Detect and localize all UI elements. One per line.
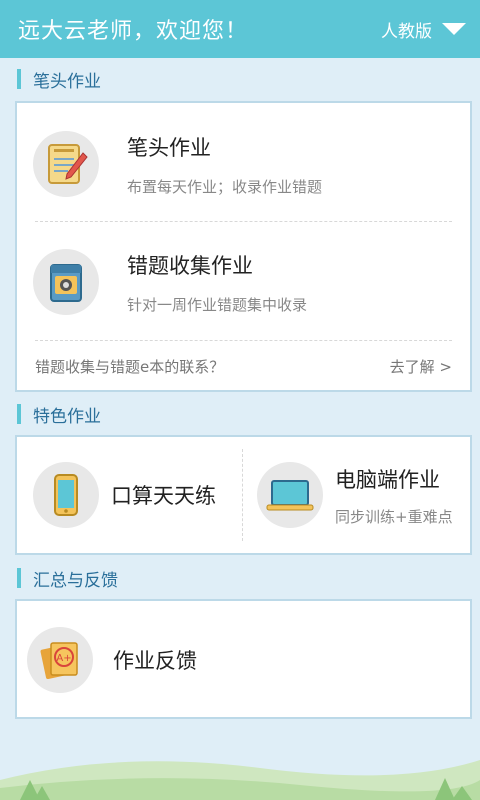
homework-feedback-item[interactable]: A+ 作业反馈 — [17, 627, 470, 693]
tablet-icon — [33, 462, 99, 528]
special-homework-card: 口算天天练 电脑端作业 同步训练+重难点 — [15, 435, 472, 555]
section-title: 汇总与反馈 — [33, 570, 118, 591]
item-title: 电脑端作业 — [335, 467, 440, 492]
section-accent-bar — [17, 69, 21, 89]
section-title: 笔头作业 — [33, 71, 101, 92]
section-pen-homework: 笔头作业 — [17, 68, 101, 92]
section-accent-bar — [17, 568, 21, 588]
hills-decoration — [0, 760, 480, 800]
item-title: 笔头作业 — [127, 135, 211, 160]
item-subtitle: 同步训练+重难点 — [335, 507, 453, 526]
camera-book-icon — [33, 249, 99, 315]
section-summary-feedback: 汇总与反馈 — [17, 567, 118, 591]
pen-homework-card: 笔头作业 布置每天作业；收录作业错题 错题收集作业 针对一周作业错题集中收录 错… — [15, 101, 472, 392]
learn-more-link[interactable]: 去了解 > — [390, 356, 452, 377]
notepad-pencil-icon — [33, 131, 99, 197]
mental-math-item[interactable]: 口算天天练 — [33, 437, 238, 553]
section-accent-bar — [17, 404, 21, 424]
divider — [35, 221, 452, 222]
item-subtitle: 布置每天作业；收录作业错题 — [127, 177, 323, 196]
edition-label: 人教版 — [381, 21, 432, 42]
grade-paper-icon: A+ — [27, 627, 93, 693]
section-title: 特色作业 — [33, 406, 101, 427]
relation-question-text: 错题收集与错题e本的联系？ — [35, 357, 225, 376]
computer-homework-item[interactable]: 电脑端作业 同步训练+重难点 — [257, 437, 467, 553]
item-title: 作业反馈 — [113, 649, 197, 673]
dropdown-triangle-icon — [442, 23, 466, 35]
pen-homework-item[interactable]: 笔头作业 布置每天作业；收录作业错题 — [17, 131, 470, 197]
item-title: 错题收集作业 — [127, 253, 253, 278]
vertical-divider — [242, 449, 243, 541]
grade-badge-text: A+ — [56, 653, 71, 664]
section-special-homework: 特色作业 — [17, 403, 101, 427]
divider — [35, 340, 452, 341]
feedback-card: A+ 作业反馈 — [15, 599, 472, 719]
laptop-icon — [257, 462, 323, 528]
top-header: 远大云老师，欢迎您！ 人教版 — [0, 0, 480, 58]
item-title: 口算天天练 — [111, 484, 216, 508]
edition-selector[interactable]: 人教版 — [381, 17, 466, 42]
relation-info-row[interactable]: 错题收集与错题e本的联系？ 去了解 > — [35, 342, 452, 390]
wrong-question-collect-item[interactable]: 错题收集作业 针对一周作业错题集中收录 — [17, 249, 470, 315]
item-subtitle: 针对一周作业错题集中收录 — [127, 295, 308, 314]
welcome-title: 远大云老师，欢迎您！ — [18, 19, 249, 44]
